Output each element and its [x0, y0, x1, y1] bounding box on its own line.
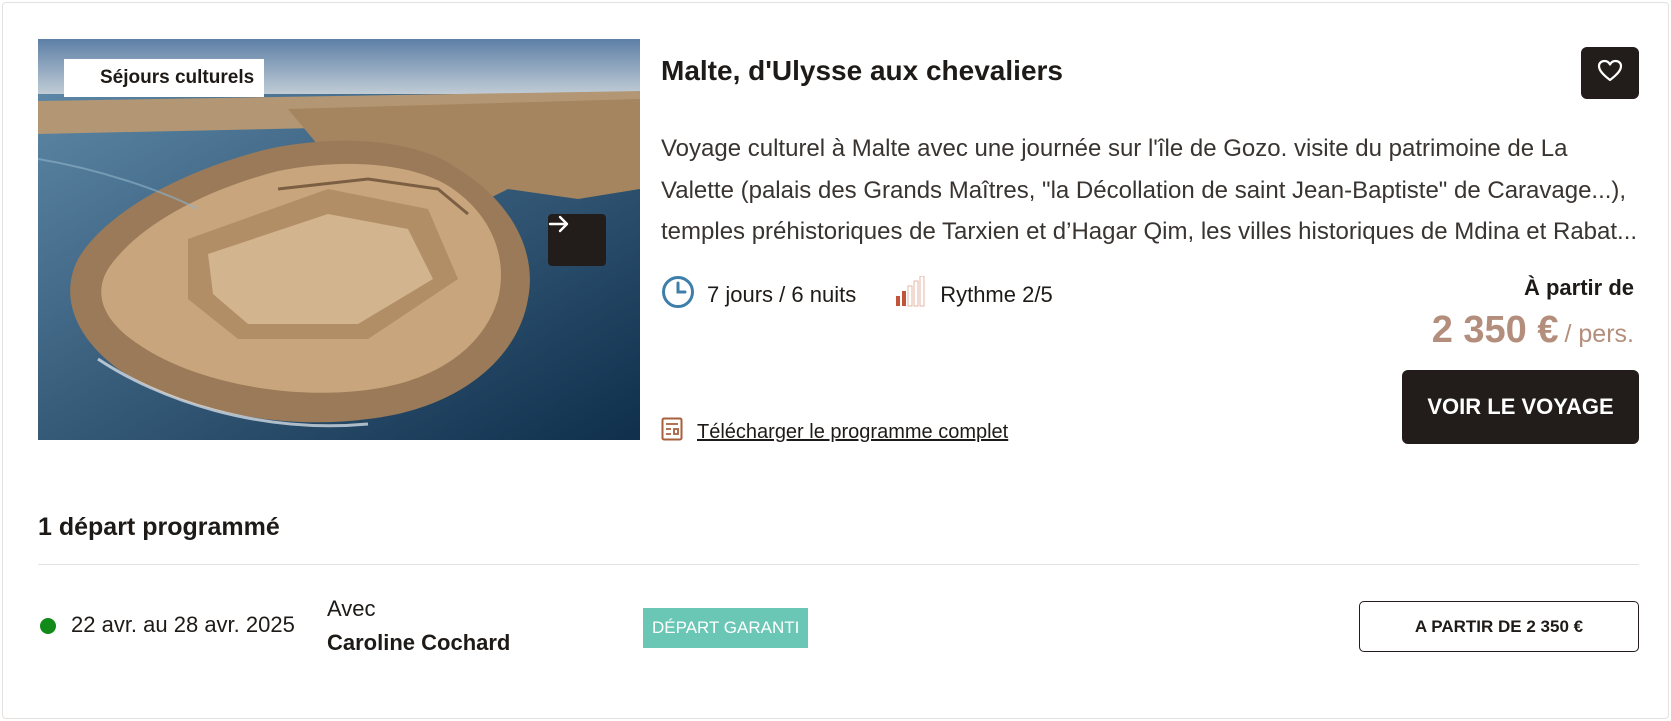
favorite-button[interactable] — [1581, 47, 1639, 99]
rhythm-bars-icon — [894, 275, 940, 314]
guaranteed-badge: DÉPART GARANTI — [643, 608, 809, 648]
rhythm-bar — [913, 280, 919, 307]
price-label: À partir de — [1523, 275, 1634, 300]
download-label[interactable]: Télécharger le programme complet — [697, 421, 1008, 444]
trip-title[interactable]: Malte, d'Ulysse aux chevaliers — [661, 55, 1063, 87]
price-amount: 2 350 € — [1431, 309, 1559, 351]
download-program-link[interactable]: Télécharger le programme complet — [661, 417, 1008, 447]
rhythm-bar — [902, 291, 907, 306]
category-label: Séjours culturels — [100, 67, 255, 88]
view-trip-button[interactable]: VOIR LE VOYAGE — [1402, 370, 1639, 444]
price: 2 350 € / pers. — [1432, 309, 1634, 352]
departure-row: 22 avr. au 28 avr. 2025 Avec Caroline Co… — [38, 593, 1639, 667]
departure-dates: 22 avr. au 28 avr. 2025 — [71, 612, 295, 637]
rhythm-bar — [896, 296, 901, 306]
rhythm-info: Rythme 2/5 — [894, 275, 1053, 314]
guide-with-label: Avec — [327, 596, 376, 621]
rhythm-bar — [919, 275, 925, 307]
divider — [38, 564, 1639, 565]
clock-icon — [661, 275, 707, 315]
guaranteed-label: DÉPART GARANTI — [652, 618, 800, 637]
heart-icon — [1597, 59, 1623, 88]
trip-image[interactable]: Séjours culturels — [38, 39, 640, 440]
trip-card: Séjours culturels Malte, d'Ulysse aux ch… — [2, 2, 1669, 719]
duration-label: 7 jours / 6 nuits — [707, 282, 857, 307]
trip-description: Voyage culturel à Malte avec une journée… — [661, 135, 1638, 245]
departure-price-button[interactable]: A PARTIR DE 2 350 € — [1359, 601, 1639, 652]
next-image-button[interactable] — [548, 214, 606, 266]
price-unit: / pers. — [1564, 320, 1634, 348]
document-icon — [661, 417, 697, 447]
rhythm-label: Rythme 2/5 — [940, 282, 1053, 307]
trip-meta: 7 jours / 6 nuits Rythme 2/5 — [661, 275, 1091, 315]
rhythm-bar — [907, 285, 913, 307]
guide-name: Caroline Cochard — [327, 630, 511, 655]
status-dot — [40, 618, 56, 634]
departures-title: 1 départ programmé — [38, 513, 280, 541]
category-badge: Séjours culturels — [64, 59, 265, 97]
duration-info: 7 jours / 6 nuits — [661, 275, 856, 315]
